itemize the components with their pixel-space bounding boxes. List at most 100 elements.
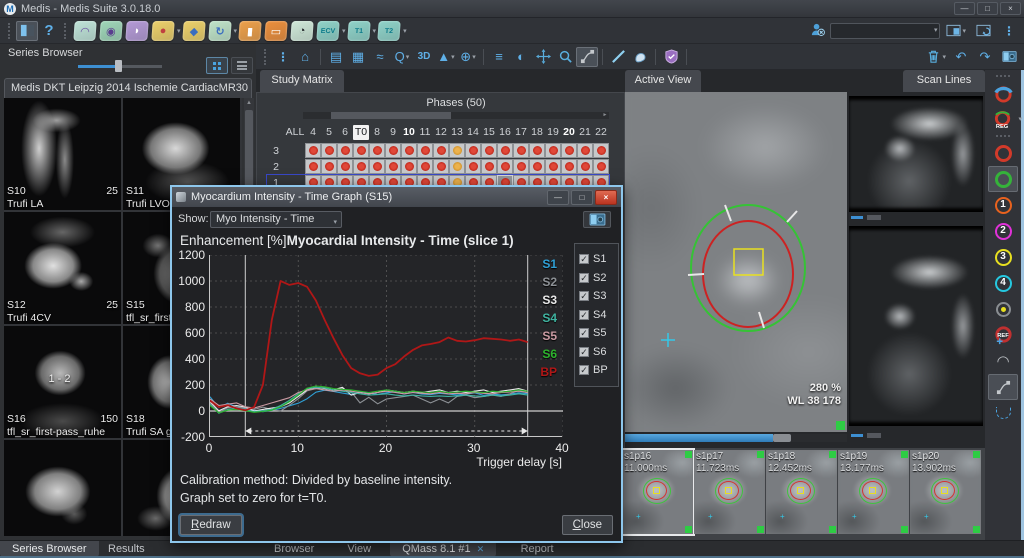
series-toggle-bp[interactable]: ✓BP: [579, 361, 614, 380]
window-layout-button[interactable]: ▾: [944, 21, 968, 41]
app-t2-icon[interactable]: T2: [377, 21, 400, 41]
matrix-cell-r2-pT0[interactable]: [353, 159, 369, 174]
matrix-cell-r2-p18[interactable]: [529, 159, 545, 174]
close-button[interactable]: ×: [1000, 2, 1021, 15]
app-qs-icon[interactable]: ◆: [182, 21, 205, 41]
matrix-cell-r3-p8[interactable]: [369, 143, 385, 158]
matrix-cell-r2-p16[interactable]: [497, 159, 513, 174]
series-toggle-s2[interactable]: ✓S2: [579, 269, 614, 288]
app-fwhm-icon[interactable]: ●: [151, 21, 174, 41]
dropdown-caret-icon[interactable]: ▾: [451, 53, 455, 61]
dialog-maximize-button[interactable]: □: [571, 190, 593, 205]
app-person-icon[interactable]: ◔: [290, 21, 313, 41]
matrix-cell-r3-p20[interactable]: [561, 143, 577, 158]
series-thumbnail-s10[interactable]: S10Trufi LA25: [4, 98, 121, 210]
toolbar-grip[interactable]: [996, 75, 1010, 77]
matrix-cell-r3-p12[interactable]: [433, 143, 449, 158]
matrix-column-22[interactable]: 22: [593, 125, 609, 140]
reg-overlay-button[interactable]: [988, 80, 1018, 106]
view-3d-button[interactable]: 3D: [413, 47, 435, 67]
matrix-cell-r2-p14[interactable]: [465, 159, 481, 174]
matrix-column-20[interactable]: 20: [561, 125, 577, 140]
qmass-menu-button[interactable]: Q▾: [391, 47, 413, 67]
scan-mini-scrollbar[interactable]: [849, 432, 983, 439]
app-strain-icon[interactable]: ↻: [208, 21, 231, 41]
matrix-cell-r2-p9[interactable]: [385, 159, 401, 174]
report-view-button[interactable]: ▤: [325, 47, 347, 67]
matrix-cell-r2-p8[interactable]: [369, 159, 385, 174]
reset-layout-button[interactable]: [972, 21, 994, 41]
matrix-row-label[interactable]: 3: [267, 143, 285, 159]
scrollbar-thumb[interactable]: [245, 110, 253, 190]
matrix-cell-r2-p19[interactable]: [545, 159, 561, 174]
matrix-column-12[interactable]: 12: [433, 125, 449, 140]
toolbar-grip[interactable]: [64, 23, 68, 39]
matrix-column-5[interactable]: 5: [321, 125, 337, 140]
matrix-cell-r3-p16[interactable]: [497, 143, 513, 158]
checkbox-icon[interactable]: ✓: [579, 347, 589, 357]
matrix-column-14[interactable]: 14: [465, 125, 481, 140]
roi-3-button[interactable]: 3: [988, 244, 1018, 270]
checkbox-icon[interactable]: ✓: [579, 365, 589, 375]
series-toggle-s5[interactable]: ✓S5: [579, 324, 614, 343]
ref-contour-button[interactable]: REF: [988, 322, 1018, 348]
center-point-button[interactable]: [988, 296, 1018, 322]
film-frame-s1p18[interactable]: s1p1812.452ms+: [766, 450, 837, 534]
series-thumbnail[interactable]: [4, 440, 121, 536]
help-button[interactable]: ?: [38, 21, 60, 41]
roi-1-button[interactable]: 1: [988, 192, 1018, 218]
dropdown-caret-icon[interactable]: ▾: [472, 53, 476, 61]
matrix-cell-r3-p22[interactable]: [593, 143, 609, 158]
toolbar-grip[interactable]: [8, 23, 12, 39]
checkbox-icon[interactable]: ✓: [579, 254, 589, 264]
app-orange1-icon[interactable]: ▮: [238, 21, 261, 41]
matrix-cell-r2-p15[interactable]: [481, 159, 497, 174]
zoom-tool-button[interactable]: [554, 47, 576, 67]
grid-view-button[interactable]: [206, 57, 228, 74]
matrix-cell-r3-p9[interactable]: [385, 143, 401, 158]
dropdown-caret-icon[interactable]: ▾: [342, 27, 346, 35]
toolbar-grip[interactable]: [996, 135, 1010, 137]
reg-tool-button[interactable]: REG▾: [988, 106, 1018, 132]
roi-4-button[interactable]: 4: [988, 270, 1018, 296]
matrix-column-17[interactable]: 17: [513, 125, 529, 140]
matrix-cell-r3-p6[interactable]: [337, 143, 353, 158]
main-tab-report[interactable]: Report: [509, 541, 566, 557]
mip-tool-button[interactable]: ▲▾: [435, 47, 457, 67]
roi-2-button[interactable]: 2: [988, 218, 1018, 244]
matrix-column-10[interactable]: 10: [401, 125, 417, 140]
matrix-cell-r3-p11[interactable]: [417, 143, 433, 158]
tab-scan-lines[interactable]: Scan Lines: [903, 70, 985, 92]
dropdown-caret-icon[interactable]: ▾: [942, 53, 946, 61]
graph-view-button[interactable]: ≈: [369, 47, 391, 67]
snapshot-button[interactable]: [583, 211, 611, 228]
snapshot-button-button[interactable]: [998, 47, 1020, 67]
checkbox-icon[interactable]: ✓: [579, 328, 589, 338]
edit-points-tool-button[interactable]: [988, 374, 1018, 400]
app-flow-icon[interactable]: ◗: [125, 21, 148, 41]
matrix-column-18[interactable]: 18: [529, 125, 545, 140]
matrix-cell-r3-p13[interactable]: [449, 143, 465, 158]
arc-tool-button[interactable]: ◠: [988, 348, 1018, 374]
matrix-cell-r3-p17[interactable]: [513, 143, 529, 158]
checkbox-icon[interactable]: ✓: [579, 273, 589, 283]
matrix-cell-r2-p6[interactable]: [337, 159, 353, 174]
series-toggle-s4[interactable]: ✓S4: [579, 306, 614, 325]
matrix-row-label[interactable]: 2: [267, 159, 285, 175]
series-thumbnail-s16[interactable]: S16tfl_sr_first-pass_ruhe1501 - 2: [4, 326, 121, 438]
app-sketch-icon[interactable]: ◠: [73, 21, 96, 41]
series-toggle-s1[interactable]: ✓S1: [579, 250, 614, 269]
main-tab-qmass-8-1-1[interactable]: QMass 8.1 #1✕: [390, 541, 496, 557]
dropdown-caret-icon[interactable]: ▾: [234, 27, 238, 35]
matrix-cell-r3-p14[interactable]: [465, 143, 481, 158]
film-frame-s1p17[interactable]: s1p1711.723ms+: [694, 450, 765, 534]
redraw-button[interactable]: Redraw: [180, 515, 242, 535]
app-ecv-icon[interactable]: ECV: [316, 21, 339, 41]
app-orange2-icon[interactable]: ▭: [264, 21, 287, 41]
matrix-cell-r2-p17[interactable]: [513, 159, 529, 174]
maximize-button[interactable]: □: [977, 2, 998, 15]
patient-search-combobox[interactable]: [830, 23, 940, 39]
shield-tool-button[interactable]: [660, 47, 682, 67]
overflow-menu[interactable]: ⋮: [998, 21, 1020, 41]
edit-curve-tool-button[interactable]: [576, 47, 598, 67]
